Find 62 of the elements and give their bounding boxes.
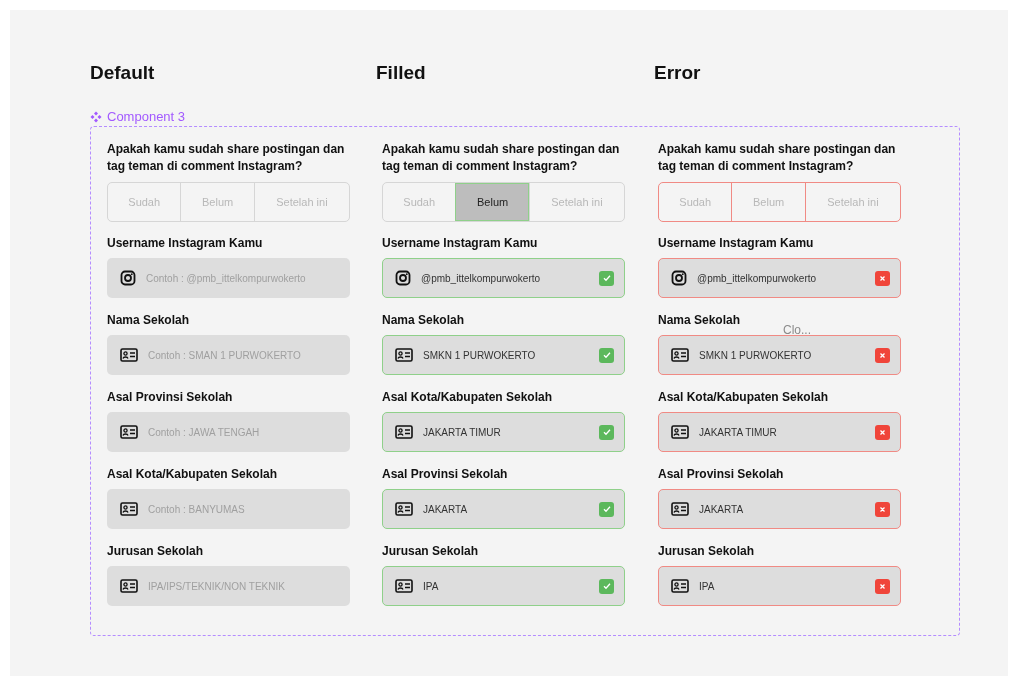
field-value: IPA: [699, 580, 715, 592]
field-label: Nama Sekolah: [107, 313, 191, 327]
column-title: Filled: [376, 62, 427, 84]
field-placeholder: Contoh : BANYUMAS: [148, 503, 245, 515]
option-button[interactable]: Sudah: [108, 183, 181, 221]
field-value: SMKN 1 PURWOKERTO: [423, 349, 536, 361]
input-field[interactable]: Contoh : @pmb_ittelkompurwokerto: [107, 258, 350, 298]
input-field[interactable]: @pmb_ittelkompurwokerto: [658, 258, 901, 298]
option-button[interactable]: Belum: [180, 183, 254, 221]
option-button[interactable]: Sudah: [383, 183, 456, 221]
field-label: Asal Kota/Kabupaten Sekolah: [658, 390, 830, 404]
component-label: Component 3: [107, 109, 186, 124]
option-button[interactable]: Setelah ini: [804, 183, 900, 221]
input-field[interactable]: JAKARTA: [658, 489, 901, 529]
field-label: Asal Provinsi Sekolah: [382, 467, 509, 481]
input-field[interactable]: SMKN 1 PURWOKERTO: [382, 335, 625, 375]
field-value: JAKARTA TIMUR: [423, 426, 501, 438]
option-button[interactable]: Belum: [731, 183, 805, 221]
input-field[interactable]: IPA: [658, 566, 901, 606]
column-title: Default: [90, 62, 156, 84]
input-field[interactable]: SMKN 1 PURWOKERTO: [658, 335, 901, 375]
field-label: Username Instagram Kamu: [658, 236, 815, 250]
input-field[interactable]: JAKARTA TIMUR: [658, 412, 901, 452]
column-title: Error: [654, 62, 702, 84]
field-label: Jurusan Sekolah: [658, 544, 756, 558]
input-field[interactable]: Contoh : SMAN 1 PURWOKERTO: [107, 335, 350, 375]
input-field[interactable]: IPA/IPS/TEKNIK/NON TEKNIK: [107, 566, 350, 606]
field-label: Asal Kota/Kabupaten Sekolah: [107, 467, 279, 481]
field-label: Nama Sekolah: [658, 313, 742, 327]
input-field[interactable]: JAKARTA TIMUR: [382, 412, 625, 452]
field-value: JAKARTA TIMUR: [699, 426, 777, 438]
field-placeholder: Contoh : JAWA TENGAH: [148, 426, 260, 438]
field-label: Asal Provinsi Sekolah: [658, 467, 785, 481]
question-text: Apakah kamu sudah share postingan dan tag teman di comment Instagram?: [658, 141, 897, 175]
field-label: Jurusan Sekolah: [382, 544, 480, 558]
input-field[interactable]: JAKARTA: [382, 489, 625, 529]
field-value: SMKN 1 PURWOKERTO: [699, 349, 812, 361]
option-button[interactable]: Setelah ini: [528, 183, 624, 221]
floating-text: Clo...: [783, 324, 811, 337]
field-value: @pmb_ittelkompurwokerto: [697, 272, 817, 284]
option-button[interactable]: Belum: [455, 183, 529, 221]
field-value: @pmb_ittelkompurwokerto: [421, 272, 541, 284]
field-label: Asal Kota/Kabupaten Sekolah: [382, 390, 554, 404]
field-label: Username Instagram Kamu: [107, 236, 264, 250]
question-text: Apakah kamu sudah share postingan dan tag teman di comment Instagram?: [382, 141, 621, 175]
field-label: Jurusan Sekolah: [107, 544, 205, 558]
field-placeholder: IPA/IPS/TEKNIK/NON TEKNIK: [148, 580, 285, 592]
field-label: Nama Sekolah: [382, 313, 466, 327]
option-button[interactable]: Sudah: [659, 183, 732, 221]
option-button[interactable]: Setelah ini: [253, 183, 349, 221]
field-placeholder: Contoh : @pmb_ittelkompurwokerto: [146, 272, 306, 284]
field-label: Username Instagram Kamu: [382, 236, 539, 250]
input-field[interactable]: IPA: [382, 566, 625, 606]
field-value: JAKARTA: [423, 503, 468, 515]
input-field[interactable]: Contoh : BANYUMAS: [107, 489, 350, 529]
input-field[interactable]: Contoh : JAWA TENGAH: [107, 412, 350, 452]
input-field[interactable]: @pmb_ittelkompurwokerto: [382, 258, 625, 298]
field-value: IPA: [423, 580, 439, 592]
field-placeholder: Contoh : SMAN 1 PURWOKERTO: [148, 349, 301, 361]
question-text: Apakah kamu sudah share postingan dan tag teman di comment Instagram?: [107, 141, 346, 175]
field-label: Asal Provinsi Sekolah: [107, 390, 234, 404]
field-value: JAKARTA: [699, 503, 744, 515]
